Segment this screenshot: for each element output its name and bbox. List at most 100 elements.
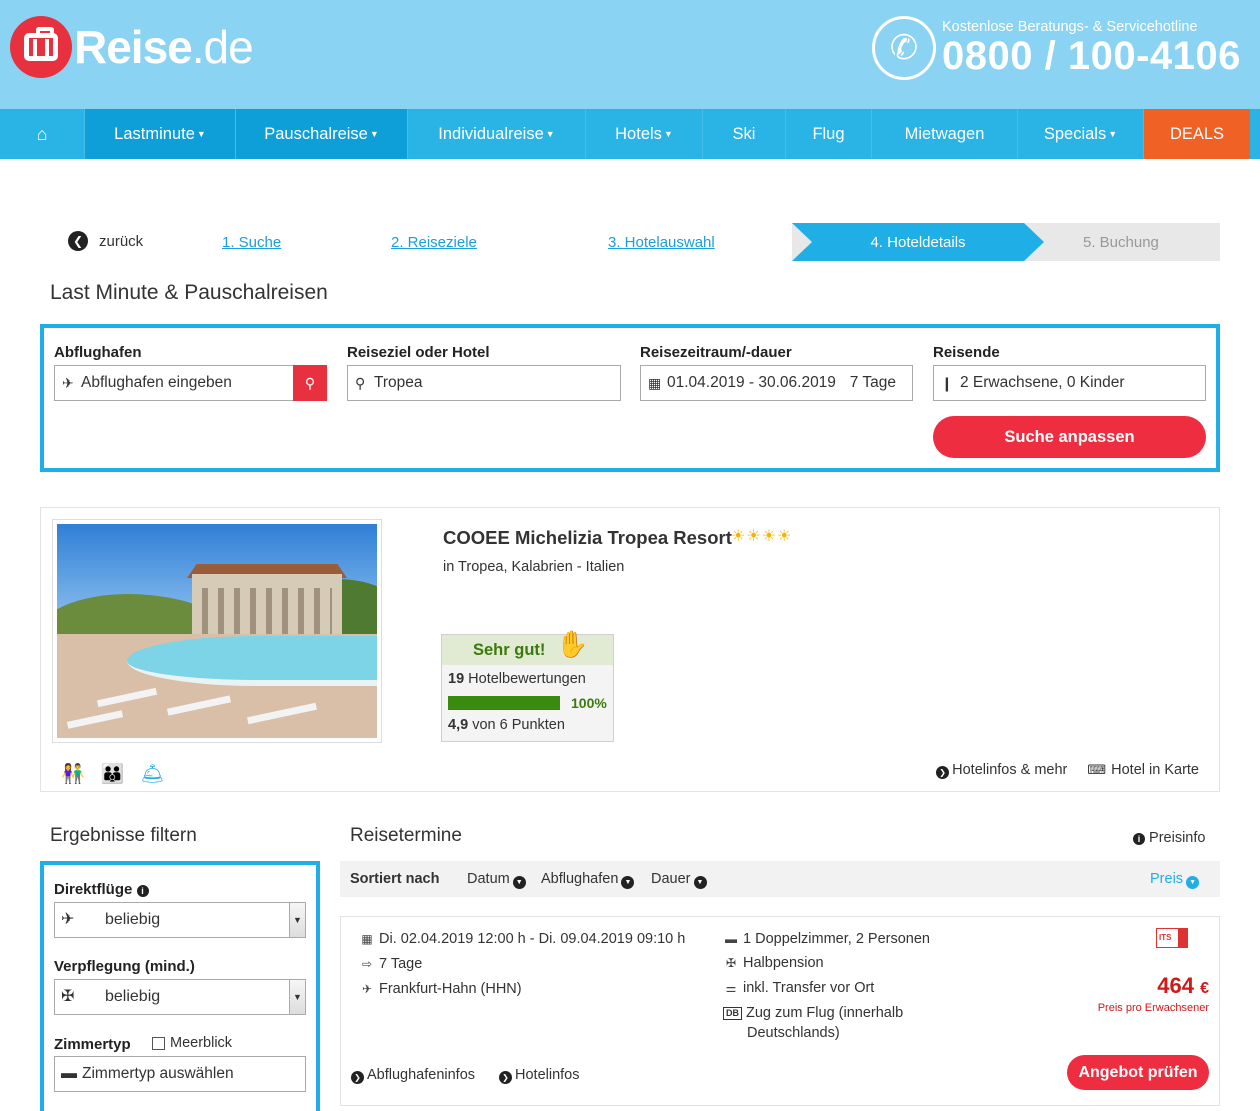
offer-dates: ▦ Di. 02.04.2019 12:00 h - Di. 09.04.2019… <box>359 931 685 947</box>
hotel-card: COOEE Michelizia Tropea Resort ☀☀☀☀ in T… <box>40 507 1220 792</box>
operator-logo: ITS <box>1156 928 1188 948</box>
sort-preis[interactable]: Preis ▼ <box>1150 871 1200 889</box>
seaview-checkbox[interactable]: Meerblick <box>152 1035 232 1051</box>
caret-down-icon: ▼ <box>545 129 555 139</box>
bed-icon: ▬ <box>725 932 737 946</box>
destination-label: Reiseziel oder Hotel <box>347 344 490 361</box>
family-icon: 👪 <box>100 764 125 785</box>
nav-item-lastminute[interactable]: Lastminute ▼ <box>85 109 236 159</box>
map-pin-icon: ⚲ <box>355 375 366 391</box>
checkbox[interactable] <box>152 1036 165 1050</box>
star-icon: ☀ <box>731 528 747 545</box>
sort-dauer[interactable]: Dauer ▼ <box>651 871 707 889</box>
sort-abflughafen[interactable]: Abflughafen ▼ <box>541 871 635 889</box>
site-logo[interactable]: Reise.de <box>10 16 254 78</box>
nav-item-mietwagen[interactable]: Mietwagen <box>872 109 1018 159</box>
rating-verdict: Sehr gut! <box>473 641 546 659</box>
sort-label: Sortiert nach <box>350 871 440 887</box>
hotel-photo[interactable] <box>52 519 382 743</box>
direct-flights-label: Direktflüge i <box>54 881 149 898</box>
star-icon: ☀ <box>777 528 793 545</box>
nav-item-pauschalreise[interactable]: Pauschalreise ▼ <box>236 109 408 159</box>
search-submit-button[interactable]: Suche anpassen <box>933 416 1206 458</box>
offer-train: DB Zug zum Flug (innerhalb <box>723 1005 903 1021</box>
chevron-right-icon: ❯ <box>499 1071 512 1084</box>
info-icon[interactable]: i <box>136 885 149 897</box>
search-icon[interactable]: ⚲ <box>293 365 327 401</box>
calendar-icon: ▦ <box>648 375 662 391</box>
duration-icon: ⇨ <box>361 957 373 971</box>
rating-box[interactable]: Sehr gut! ✋ 19 Hotelbewertungen 100% 4,9… <box>441 629 614 742</box>
hotel-name: COOEE Michelizia Tropea Resort <box>443 527 732 548</box>
direct-flights-select[interactable]: ✈ beliebig ▼ <box>54 902 306 938</box>
plane-icon: ✈ <box>61 911 75 928</box>
caret-down-icon: ▼ <box>1108 129 1118 139</box>
nav-item-ski[interactable]: Ski <box>703 109 786 159</box>
nav-item-deals[interactable]: DEALS <box>1144 109 1250 159</box>
destination-input[interactable]: ⚲ Tropea <box>347 365 621 401</box>
price-note: Preis pro Erwachsener <box>1097 1002 1209 1014</box>
offer-duration: ⇨ 7 Tage <box>359 956 422 972</box>
calendar-icon: ▦ <box>361 932 373 946</box>
chevron-down-icon: ▼ <box>621 876 635 889</box>
price-info-link[interactable]: i Preisinfo <box>1133 830 1205 846</box>
step-reiseziele[interactable]: 2. Reiseziele <box>391 223 477 261</box>
check-offer-button[interactable]: Angebot prüfen <box>1067 1055 1209 1090</box>
star-icon: ☀ <box>761 528 778 545</box>
chevron-left-icon: ❮ <box>68 231 88 251</box>
amenity-icons: 👫 👪 🛎 <box>61 762 164 786</box>
couple-icon: 👫 <box>61 764 85 785</box>
airport-info-link[interactable]: ❯ Abflughafeninfos <box>351 1067 475 1084</box>
room-type-select[interactable]: ▬ Zimmertyp auswählen <box>54 1056 306 1092</box>
rating-score: 4,9 von 6 Punkten <box>448 717 565 733</box>
hotel-info-link-offer[interactable]: ❯ Hotelinfos <box>499 1067 579 1084</box>
caret-down-icon: ▼ <box>369 129 379 139</box>
travellers-input[interactable]: ❙ 2 Erwachsene, 0 Kinder <box>933 365 1206 401</box>
home-icon: ⌂ <box>36 124 48 144</box>
suitcase-icon <box>10 16 72 78</box>
back-link[interactable]: ❮ zurück <box>68 231 143 251</box>
step-buchung: 5. Buchung <box>1083 234 1159 251</box>
board-select[interactable]: ✠ beliebig ▼ <box>54 979 306 1015</box>
travellers-label: Reisende <box>933 344 1000 361</box>
step-suche[interactable]: 1. Suche <box>222 223 281 261</box>
departure-input[interactable]: ✈ Abflughafen eingeben ⚲ <box>54 365 327 401</box>
hotline: ✆ Kostenlose Beratungs- & Servicehotline… <box>872 16 1241 80</box>
service-bell-icon: 🛎 <box>140 764 165 785</box>
nav-item-specials[interactable]: Specials ▼ <box>1018 109 1144 159</box>
thumbs-up-icon: ✋ <box>556 629 589 659</box>
plane-icon: ✈ <box>361 982 373 996</box>
bus-icon: ⚌ <box>725 981 737 995</box>
results-title: Reisetermine <box>350 825 462 846</box>
review-count: 19 Hotelbewertungen <box>448 671 586 687</box>
sort-bar: Sortiert nach Datum ▼ Abflughafen ▼ Dauer ▼… <box>340 861 1220 897</box>
hotel-map-link[interactable]: ⌨ Hotel in Karte <box>1087 762 1199 779</box>
offer-train-line2: Deutschlands) <box>747 1025 840 1041</box>
period-input[interactable]: ▦ 01.04.2019 - 30.06.2019 7 Tage <box>640 365 913 401</box>
nav-home[interactable]: ⌂ <box>0 109 85 159</box>
site-header: Reise.de ✆ Kostenlose Beratungs- & Servi… <box>0 0 1260 109</box>
nav-item-individualreise[interactable]: Individualreise ▼ <box>408 109 586 159</box>
offer-transfer: ⚌ inkl. Transfer vor Ort <box>723 980 875 996</box>
hotel-links: ❯ Hotelinfos & mehr ⌨ Hotel in Karte <box>936 762 1199 779</box>
hotel-stars: ☀☀☀☀ <box>731 526 792 546</box>
chevron-down-icon: ▼ <box>1186 876 1200 889</box>
chevron-right-icon: ❯ <box>351 1071 364 1084</box>
nav-item-hotels[interactable]: Hotels ▼ <box>586 109 703 159</box>
search-section-title: Last Minute & Pauschalreisen <box>50 281 328 304</box>
plane-icon: ✈ <box>62 375 74 391</box>
filter-panel: Direktflüge i ✈ beliebig ▼ Verpflegung (… <box>40 861 320 1111</box>
recommend-bar <box>448 696 560 710</box>
db-badge: DB <box>723 1007 742 1020</box>
chevron-down-icon: ▼ <box>512 876 526 889</box>
hotline-number[interactable]: 0800 / 100-4106 <box>942 35 1241 77</box>
sort-datum[interactable]: Datum ▼ <box>467 871 526 889</box>
hotel-info-link[interactable]: ❯ Hotelinfos & mehr <box>936 762 1067 779</box>
step-hotelauswahl[interactable]: 3. Hotelauswahl <box>608 223 715 261</box>
nav-item-flug[interactable]: Flug <box>786 109 872 159</box>
caret-down-icon: ▼ <box>196 129 206 139</box>
offer-room: ▬ 1 Doppelzimmer, 2 Personen <box>725 931 930 947</box>
departure-label: Abflughafen <box>54 344 142 361</box>
offer-airport: ✈ Frankfurt-Hahn (HHN) <box>359 981 522 997</box>
step-hoteldetails: 4. Hoteldetails <box>792 223 1044 261</box>
